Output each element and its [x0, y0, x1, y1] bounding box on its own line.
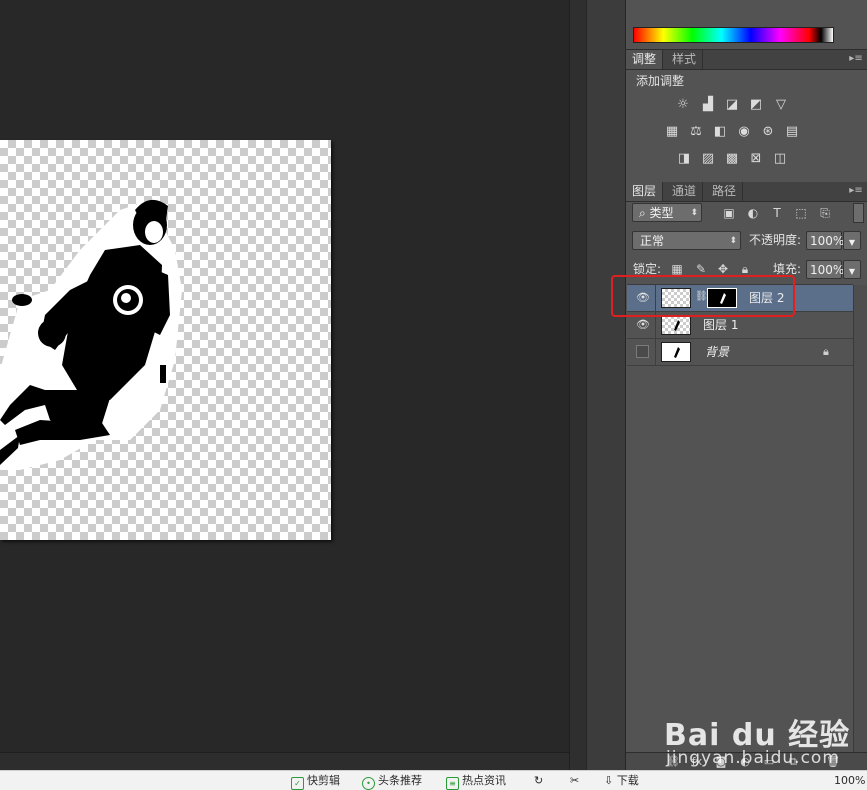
- photo-filter-icon[interactable]: ◉: [736, 124, 752, 140]
- layer-thumbnail[interactable]: [661, 315, 691, 335]
- color-balance-icon[interactable]: ⚖: [688, 124, 704, 140]
- system-taskbar: ✓ 快剪辑 • 头条推荐 ≡ 热点资讯 ↻ ✂ ⇩ 下载 100%: [0, 770, 867, 790]
- color-spectrum-ramp[interactable]: [633, 27, 834, 43]
- taskbar-label: 头条推荐: [378, 774, 422, 787]
- black-white-icon[interactable]: ◧: [712, 124, 728, 140]
- taskbar-download[interactable]: ⇩ 下载: [604, 771, 639, 790]
- adjustments-panel: 调整 样式 ▸≡: [626, 50, 867, 180]
- taskbar-label: 热点资讯: [462, 774, 506, 787]
- thumb-silhouette-icon: [674, 320, 680, 331]
- color-lookup-icon[interactable]: ▤: [784, 124, 800, 140]
- invert-icon[interactable]: ◨: [676, 151, 692, 167]
- blend-mode-select[interactable]: 正常 ⬍: [632, 231, 741, 250]
- layer-thumbnail[interactable]: [661, 342, 691, 362]
- hue-saturation-icon[interactable]: ▦: [664, 124, 680, 140]
- baidu-jingyan-watermark: Bai du 经验 jingyan.baidu.com: [664, 690, 864, 770]
- taskbar-item-redian[interactable]: ≡ 热点资讯: [446, 771, 506, 790]
- highlight-annotation-box: [611, 275, 795, 317]
- shape-filter-icon[interactable]: ⬚: [794, 206, 808, 220]
- gradient-map-icon[interactable]: ⊠: [748, 151, 764, 167]
- opacity-label: 不透明度:: [749, 233, 802, 247]
- refresh-icon: ↻: [534, 774, 544, 787]
- chevron-down-icon: ▼: [848, 267, 856, 276]
- tab-adjustments[interactable]: 调整: [626, 50, 664, 69]
- type-filter-icon[interactable]: T: [770, 206, 784, 220]
- blend-mode-value: 正常: [640, 234, 665, 248]
- exposure-icon[interactable]: ◩: [748, 97, 764, 113]
- row-divider: [655, 339, 656, 365]
- channel-mixer-icon[interactable]: ⊛: [760, 124, 776, 140]
- posterize-icon[interactable]: ▨: [700, 151, 716, 167]
- panel-menu-icon[interactable]: ▸≡: [849, 53, 863, 65]
- layers-scrollbar[interactable]: [853, 285, 867, 752]
- document-canvas[interactable]: [0, 140, 331, 540]
- lock-position-icon[interactable]: ✥: [716, 262, 730, 276]
- watermark-domain: jingyan.baidu.com: [666, 748, 840, 768]
- news-icon: ≡: [446, 777, 459, 790]
- horizontal-scrollbar[interactable]: [0, 752, 585, 771]
- taskbar-zoom[interactable]: 100%: [834, 771, 865, 790]
- opacity-input[interactable]: 100%: [806, 231, 844, 250]
- selective-color-icon[interactable]: ◫: [772, 151, 788, 167]
- recommend-icon: •: [362, 777, 375, 790]
- download-icon: ⇩: [604, 774, 617, 787]
- taskbar-tool[interactable]: ✂: [570, 771, 579, 790]
- fill-input[interactable]: 100%: [806, 260, 844, 279]
- levels-icon[interactable]: ▟: [700, 97, 716, 113]
- adjustment-filter-icon[interactable]: ◐: [746, 206, 760, 220]
- pixel-filter-icon[interactable]: ▣: [722, 206, 736, 220]
- visibility-off-box[interactable]: [636, 345, 649, 358]
- smart-object-filter-icon[interactable]: ⎘: [818, 206, 832, 220]
- fill-dropdown-button[interactable]: ▼: [843, 260, 861, 279]
- lock-transparent-pixels-icon[interactable]: ▦: [670, 262, 684, 276]
- chevron-down-icon: ▼: [848, 238, 856, 247]
- taskbar-item-toutiao[interactable]: • 头条推荐: [362, 771, 422, 790]
- threshold-icon[interactable]: ▩: [724, 151, 740, 167]
- filter-toggle-switch[interactable]: [853, 203, 864, 223]
- lock-icon: 🔒︎: [823, 345, 829, 358]
- opacity-dropdown-button[interactable]: ▼: [843, 231, 861, 250]
- layers-tabbar: 图层 通道 路径 ▸≡: [626, 182, 867, 202]
- layer-filter-kind-select[interactable]: ⌕ 类型 ⬍: [632, 203, 702, 222]
- chevron-updown-icon: ⬍: [729, 236, 737, 246]
- brightness-icon[interactable]: ☼: [675, 97, 691, 113]
- tab-paths[interactable]: 路径: [706, 182, 744, 201]
- taskbar-label: 下载: [616, 774, 639, 787]
- search-icon: ⌕: [639, 206, 650, 220]
- taskbar-label: 快剪辑: [307, 774, 340, 787]
- taskbar-refresh[interactable]: ↻: [534, 771, 543, 790]
- tab-styles[interactable]: 样式: [666, 50, 704, 69]
- vibrance-icon[interactable]: ▽: [773, 97, 789, 113]
- panel-menu-icon[interactable]: ▸≡: [849, 185, 863, 197]
- layer-row-background[interactable]: 背景 🔒︎: [627, 339, 853, 366]
- lock-all-icon[interactable]: 🔒︎: [738, 262, 752, 276]
- tab-layers[interactable]: 图层: [626, 182, 664, 201]
- taskbar-item-kuaijianji[interactable]: ✓ 快剪辑: [291, 771, 340, 790]
- add-adjustment-title: 添加调整: [636, 74, 685, 88]
- vertical-scrollbar[interactable]: [569, 0, 586, 770]
- adjustments-tabbar: 调整 样式 ▸≡: [626, 50, 867, 70]
- tool-icon: ✂: [570, 774, 580, 787]
- lock-image-pixels-icon[interactable]: ✎: [694, 262, 708, 276]
- thumb-silhouette-icon: [674, 347, 680, 358]
- basketball-player-silhouette: [0, 199, 182, 470]
- collapsed-panel-dock[interactable]: [586, 0, 626, 770]
- tab-channels[interactable]: 通道: [666, 182, 704, 201]
- filter-kind-value: 类型: [649, 206, 674, 220]
- scissors-icon: ✓: [291, 777, 304, 790]
- chevron-updown-icon: ⬍: [690, 208, 698, 218]
- curves-icon[interactable]: ◪: [724, 97, 740, 113]
- layer-name[interactable]: 背景: [705, 339, 729, 365]
- eye-icon[interactable]: 👁︎: [636, 318, 650, 332]
